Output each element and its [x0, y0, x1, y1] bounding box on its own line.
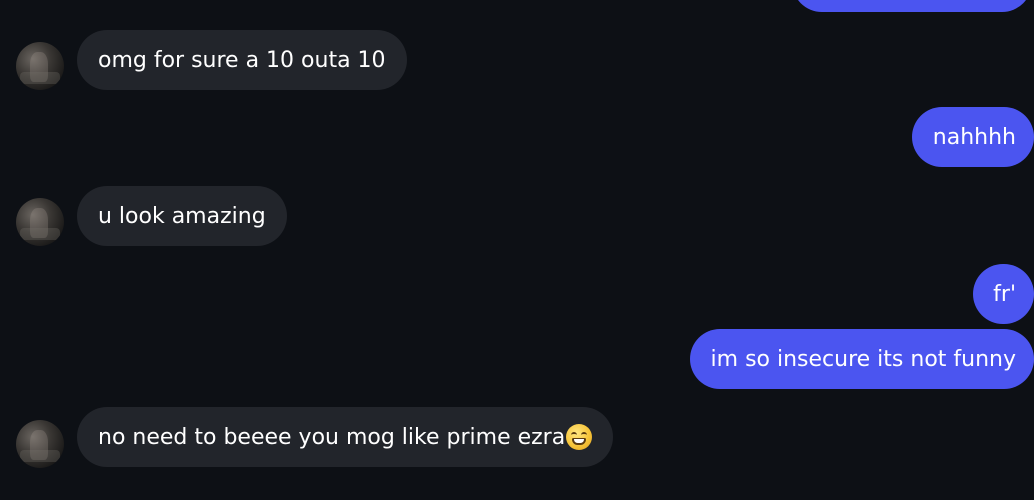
- incoming-message-bubble[interactable]: u look amazing: [77, 186, 287, 246]
- message-text: no need to beeee you mog like prime ezra: [98, 424, 566, 450]
- message-text: im so insecure its not funny: [710, 346, 1016, 372]
- outgoing-message-bubble[interactable]: [792, 0, 1032, 12]
- contact-avatar[interactable]: [16, 198, 64, 246]
- outgoing-message-bubble[interactable]: fr': [973, 264, 1034, 324]
- outgoing-message-bubble[interactable]: nahhhh: [911, 107, 1034, 167]
- incoming-message-bubble[interactable]: no need to beeee you mog like prime ezra: [77, 407, 614, 467]
- grinning-face-emoji-icon: [566, 424, 593, 450]
- contact-avatar[interactable]: [16, 42, 64, 90]
- incoming-message-bubble[interactable]: omg for sure a 10 outa 10: [77, 30, 407, 90]
- message-text: omg for sure a 10 outa 10: [98, 47, 386, 73]
- contact-avatar[interactable]: [16, 420, 64, 468]
- message-text: nahhhh: [932, 124, 1016, 150]
- outgoing-message-bubble[interactable]: im so insecure its not funny: [689, 329, 1034, 389]
- message-text: u look amazing: [98, 203, 266, 229]
- message-text: fr': [993, 281, 1016, 307]
